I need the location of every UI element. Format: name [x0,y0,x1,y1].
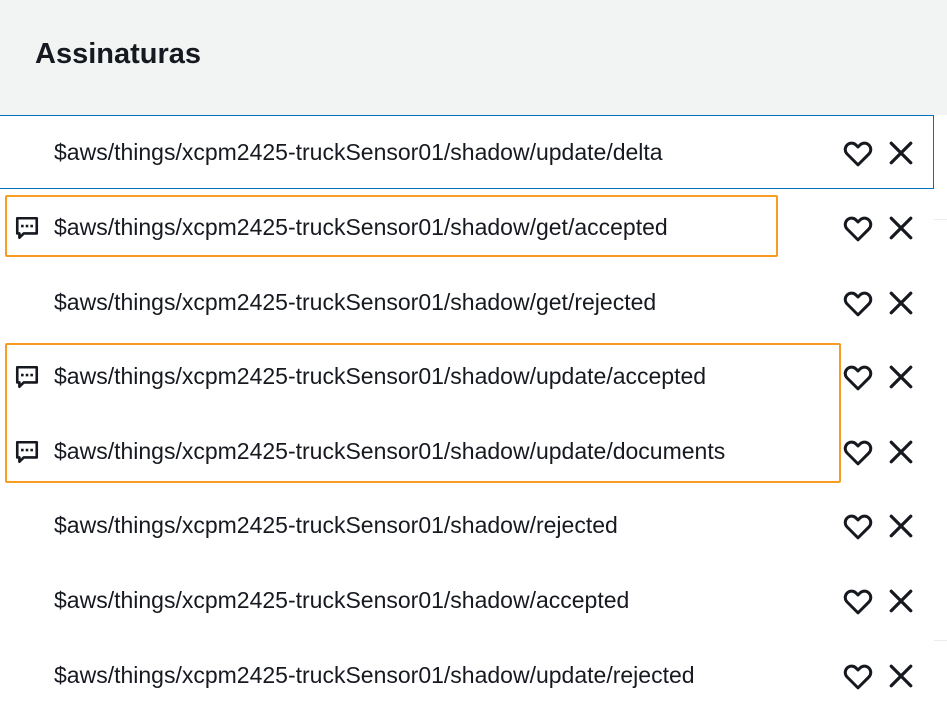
favorite-button[interactable] [842,661,874,691]
subscription-item[interactable]: $aws/things/xcpm2425-truckSensor01/shado… [0,340,947,410]
message-icon [15,440,39,464]
subscription-topic: $aws/things/xcpm2425-truckSensor01/shado… [54,512,618,538]
close-icon [889,664,913,688]
heart-outline-icon [843,216,873,242]
subscription-item[interactable]: $aws/things/xcpm2425-truckSensor01/shado… [0,191,947,261]
close-icon [889,440,913,464]
subscriptions-header: Assinaturas [0,0,947,115]
unsubscribe-button[interactable] [886,138,916,168]
subscription-topic: $aws/things/xcpm2425-truckSensor01/shado… [54,214,668,240]
heart-outline-icon [843,589,873,615]
subscription-item[interactable]: $aws/things/xcpm2425-truckSensor01/shado… [0,564,947,634]
subscription-item[interactable]: $aws/things/xcpm2425-truckSensor01/shado… [0,639,947,709]
close-icon [889,291,913,315]
favorite-button[interactable] [842,511,874,541]
favorite-button[interactable] [842,586,874,616]
close-icon [889,141,913,165]
unsubscribe-button[interactable] [886,213,916,243]
favorite-button[interactable] [842,437,874,467]
page-title: Assinaturas [35,38,202,70]
subscription-item[interactable]: $aws/things/xcpm2425-truckSensor01/shado… [0,115,934,189]
subscription-topic: $aws/things/xcpm2425-truckSensor01/shado… [54,363,707,389]
subscription-item[interactable]: $aws/things/xcpm2425-truckSensor01/shado… [0,266,947,336]
unsubscribe-button[interactable] [886,586,916,616]
subscription-topic: $aws/things/xcpm2425-truckSensor01/shado… [54,289,657,315]
heart-outline-icon [843,365,873,391]
subscription-item[interactable]: $aws/things/xcpm2425-truckSensor01/shado… [0,415,947,485]
favorite-button[interactable] [842,138,874,168]
subscription-item[interactable]: $aws/things/xcpm2425-truckSensor01/shado… [0,489,947,559]
heart-outline-icon [843,291,873,317]
message-icon [15,365,39,389]
heart-outline-icon [843,514,873,540]
heart-outline-icon [843,664,873,690]
heart-outline-icon [843,440,873,466]
subscription-topic: $aws/things/xcpm2425-truckSensor01/shado… [54,139,663,165]
subscription-topic: $aws/things/xcpm2425-truckSensor01/shado… [54,438,726,464]
unsubscribe-button[interactable] [886,362,916,392]
close-icon [889,216,913,240]
favorite-button[interactable] [842,288,874,318]
close-icon [889,365,913,389]
heart-outline-icon [843,141,873,167]
favorite-button[interactable] [842,213,874,243]
unsubscribe-button[interactable] [886,511,916,541]
unsubscribe-button[interactable] [886,288,916,318]
close-icon [889,589,913,613]
message-icon [15,216,39,240]
unsubscribe-button[interactable] [886,437,916,467]
unsubscribe-button[interactable] [886,661,916,691]
subscription-topic: $aws/things/xcpm2425-truckSensor01/shado… [54,587,630,613]
close-icon [889,514,913,538]
subscription-topic: $aws/things/xcpm2425-truckSensor01/shado… [54,662,695,688]
favorite-button[interactable] [842,362,874,392]
